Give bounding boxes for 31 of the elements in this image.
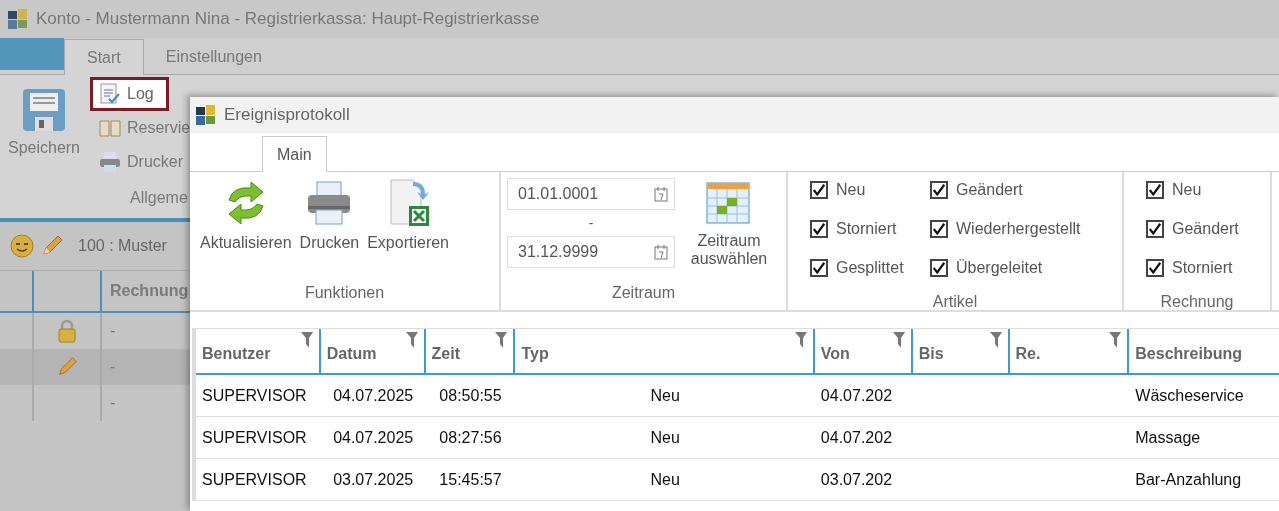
window-title: Konto - Mustermann Nina - Registrierkassa: Haupt-Registrierkasse xyxy=(36,9,540,29)
table-cell: 03.07.2025 xyxy=(333,470,414,489)
group-label: Funktionen xyxy=(303,284,386,303)
table-cell: - xyxy=(110,394,116,412)
table-cell: 04.07.202 xyxy=(820,386,893,405)
table-cell: - xyxy=(110,322,116,340)
dialog-title: Ereignisprotokoll xyxy=(224,105,350,125)
group-label: Rechnung xyxy=(1159,293,1235,312)
table-cell: SUPERVISOR xyxy=(202,428,307,447)
table-cell: SUPERVISOR xyxy=(202,386,307,405)
table-cell: Neu xyxy=(650,428,680,447)
date-separator: - xyxy=(588,214,594,233)
group-label: Allgeme xyxy=(130,189,188,207)
table-cell: SUPERVISOR xyxy=(202,470,307,489)
table-cell: 15:45:57 xyxy=(439,470,502,489)
table-cell: 04.07.202 xyxy=(820,428,893,447)
table-cell: 08:27:56 xyxy=(439,428,502,447)
table-cell: - xyxy=(110,358,116,376)
table-cell: Neu xyxy=(650,386,680,405)
table-cell: 08:50:55 xyxy=(439,386,502,405)
table-cell: 04.07.2025 xyxy=(333,428,414,447)
table-cell: Massage xyxy=(1135,428,1201,447)
table-cell: Bar-Anzahlung xyxy=(1135,470,1242,489)
table-cell: Wäscheservice xyxy=(1135,386,1244,405)
table-cell: 03.07.202 xyxy=(820,470,893,489)
table-cell: 04.07.2025 xyxy=(333,386,414,405)
table-cell: Neu xyxy=(650,470,680,489)
group-label: Zeitraum xyxy=(610,284,677,303)
group-label: Artikel xyxy=(931,293,979,312)
account-label: 100 : Muster xyxy=(78,237,167,255)
column-header: Rechnung xyxy=(110,282,189,300)
